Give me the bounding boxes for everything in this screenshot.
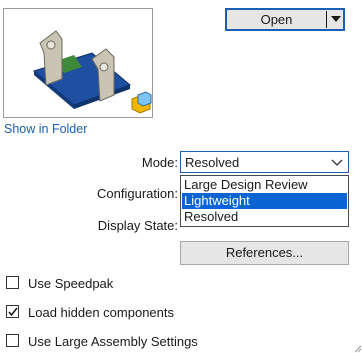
split-divider: [326, 11, 327, 28]
chevron-down-icon[interactable]: [331, 155, 343, 169]
mode-selected-value: Resolved: [185, 155, 240, 170]
mode-dropdown-list: Large Design Review Lightweight Resolved: [180, 175, 349, 227]
references-button[interactable]: References...: [180, 241, 349, 265]
chevron-down-icon[interactable]: [329, 10, 343, 29]
resize-grip-icon[interactable]: [352, 343, 362, 353]
mode-option-large-design-review[interactable]: Large Design Review: [182, 177, 347, 193]
use-large-assembly-settings-label: Use Large Assembly Settings: [28, 334, 198, 349]
mode-select[interactable]: Resolved: [180, 151, 349, 173]
mode-option-lightweight[interactable]: Lightweight: [182, 193, 347, 209]
configuration-label: Configuration:: [97, 186, 178, 201]
open-button[interactable]: Open: [227, 10, 326, 29]
mode-label: Mode:: [141, 155, 178, 170]
checkmark-icon: [8, 307, 18, 317]
assembly-badge-icon: [131, 91, 152, 114]
open-split-button[interactable]: Open: [225, 8, 345, 31]
display-state-label: Display State:: [97, 218, 178, 233]
mode-option-resolved[interactable]: Resolved: [182, 209, 347, 225]
show-in-folder-link[interactable]: Show in Folder: [4, 122, 87, 136]
preview-thumbnail: [3, 8, 153, 118]
checkbox[interactable]: [6, 276, 19, 289]
checkbox[interactable]: [6, 334, 19, 347]
load-hidden-components-label: Load hidden components: [28, 305, 175, 320]
checkbox[interactable]: [6, 305, 19, 318]
use-speedpak-label: Use Speedpak: [28, 276, 114, 291]
